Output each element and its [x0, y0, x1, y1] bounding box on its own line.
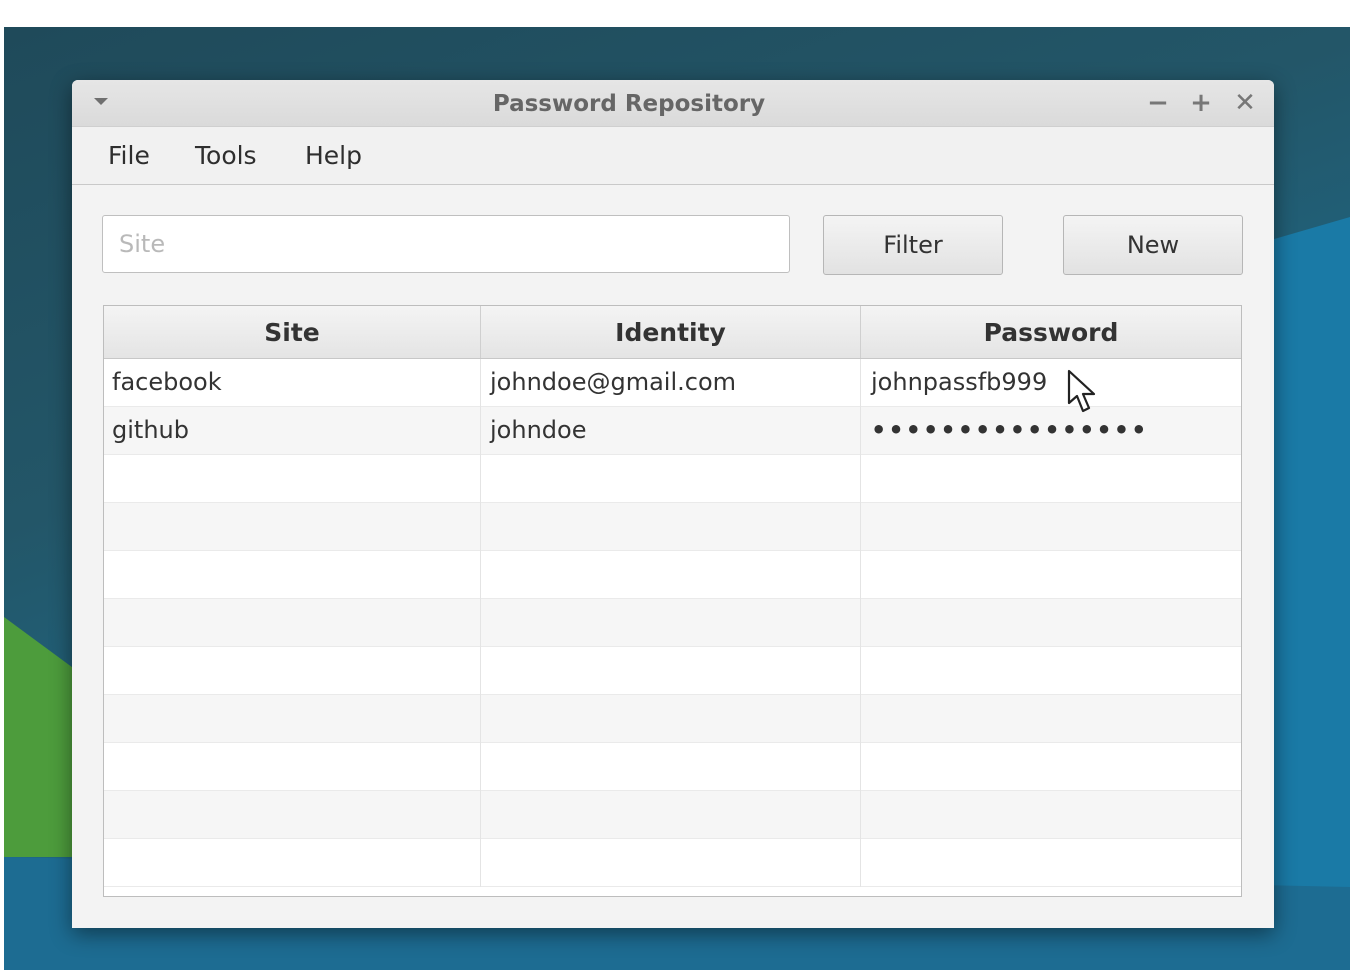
mouse-pointer-icon — [1067, 369, 1096, 413]
empty-cell — [481, 791, 861, 839]
empty-cell — [861, 647, 1241, 695]
menu-file[interactable]: File — [108, 141, 150, 171]
empty-cell — [481, 839, 861, 887]
close-icon[interactable]: ✕ — [1230, 88, 1260, 118]
empty-cell — [481, 551, 861, 599]
minimize-icon[interactable]: − — [1143, 88, 1173, 118]
empty-row — [104, 839, 1241, 887]
empty-row — [104, 647, 1241, 695]
cell-password[interactable]: •••••••••••••••• — [861, 407, 1241, 455]
empty-row — [104, 455, 1241, 503]
cell-identity[interactable]: johndoe@gmail.com — [481, 359, 861, 407]
new-button[interactable]: New — [1063, 215, 1243, 275]
empty-cell — [104, 599, 481, 647]
column-header-identity[interactable]: Identity — [481, 306, 861, 358]
empty-cell — [861, 551, 1241, 599]
maximize-icon[interactable]: + — [1186, 88, 1216, 118]
empty-cell — [481, 695, 861, 743]
site-search-input[interactable] — [102, 215, 790, 273]
empty-cell — [104, 551, 481, 599]
filter-button[interactable]: Filter — [823, 215, 1003, 275]
empty-cell — [104, 743, 481, 791]
empty-row — [104, 503, 1241, 551]
menu-tools[interactable]: Tools — [195, 141, 257, 171]
cell-site[interactable]: github — [104, 407, 481, 455]
empty-cell — [104, 839, 481, 887]
empty-cell — [104, 791, 481, 839]
column-header-password[interactable]: Password — [861, 306, 1241, 358]
empty-cell — [861, 599, 1241, 647]
empty-row — [104, 695, 1241, 743]
desktop-background: Password Repository − + ✕ File Tools Hel… — [4, 27, 1350, 970]
empty-row — [104, 551, 1241, 599]
empty-cell — [481, 743, 861, 791]
column-header-site[interactable]: Site — [104, 306, 481, 358]
empty-cell — [861, 839, 1241, 887]
empty-cell — [481, 455, 861, 503]
empty-cell — [861, 695, 1241, 743]
empty-row — [104, 743, 1241, 791]
empty-cell — [481, 647, 861, 695]
cell-site[interactable]: facebook — [104, 359, 481, 407]
title-bar[interactable]: Password Repository − + ✕ — [72, 80, 1274, 127]
cell-password[interactable]: johnpassfb999 — [861, 359, 1241, 407]
cell-identity[interactable]: johndoe — [481, 407, 861, 455]
empty-cell — [104, 695, 481, 743]
table-body: facebook johndoe@gmail.com johnpassfb999… — [104, 359, 1241, 896]
empty-row — [104, 791, 1241, 839]
menu-help[interactable]: Help — [305, 141, 362, 171]
empty-cell — [104, 455, 481, 503]
empty-cell — [104, 503, 481, 551]
app-window: Password Repository − + ✕ File Tools Hel… — [72, 80, 1274, 928]
empty-cell — [861, 455, 1241, 503]
empty-row — [104, 599, 1241, 647]
table-header: Site Identity Password — [104, 306, 1241, 359]
empty-cell — [481, 599, 861, 647]
empty-cell — [861, 503, 1241, 551]
empty-cell — [861, 743, 1241, 791]
window-title: Password Repository — [492, 91, 766, 117]
empty-cell — [104, 647, 481, 695]
menu-bar: File Tools Help — [72, 127, 1274, 185]
empty-cell — [861, 791, 1241, 839]
empty-cell — [481, 503, 861, 551]
